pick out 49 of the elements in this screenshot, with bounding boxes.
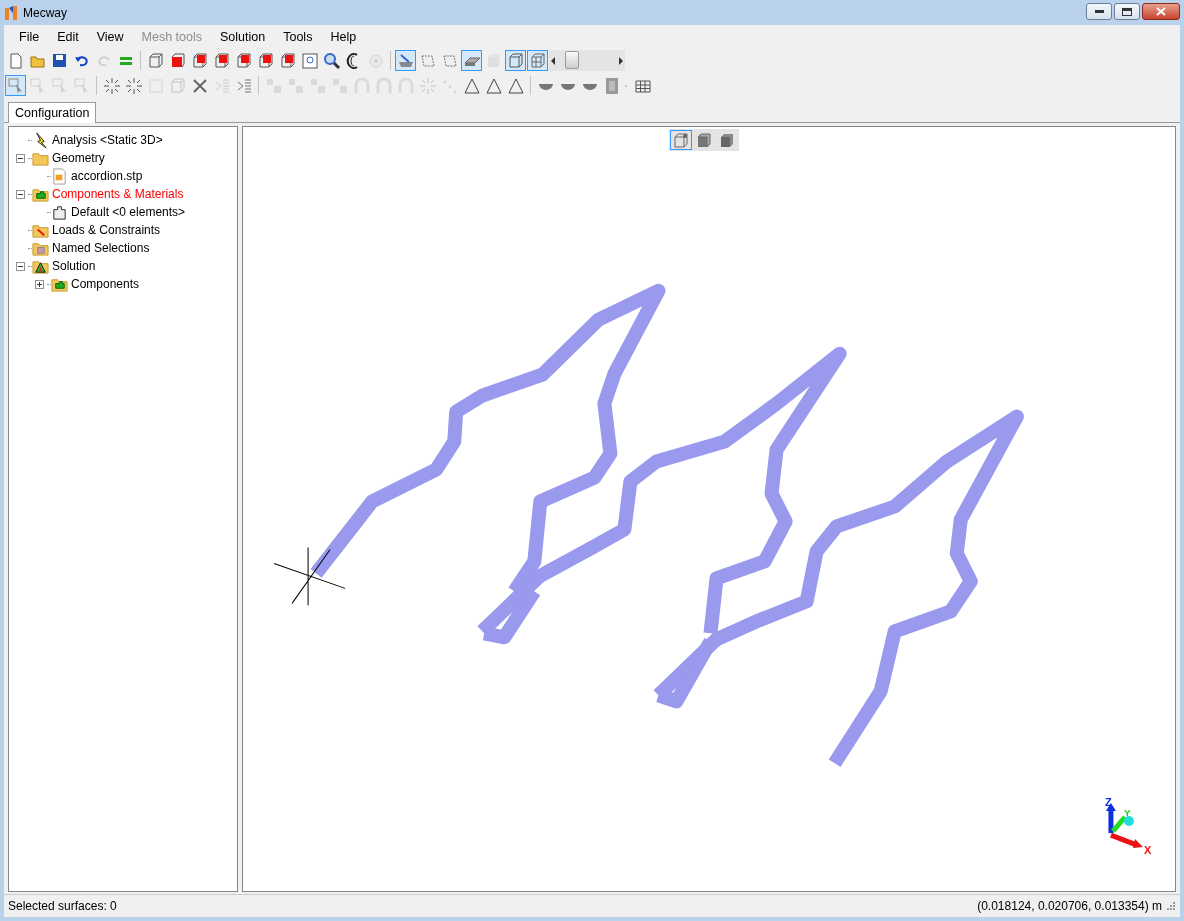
tree-item[interactable]: Geometry <box>52 151 105 165</box>
tab[interactable]: Configuration <box>8 102 97 123</box>
tree-item[interactable]: Default <0 elements> <box>71 205 186 219</box>
menu-item[interactable]: Help <box>321 26 366 47</box>
maximize-icon <box>1122 7 1132 16</box>
app-logo-icon <box>4 4 18 21</box>
tree-item[interactable]: accordion.stp <box>71 169 143 183</box>
zoom-slider[interactable] <box>549 50 625 71</box>
status-text: Selected surfaces: 0 <box>8 899 117 913</box>
tree-item[interactable]: Components <box>71 277 140 291</box>
menu-item[interactable]: View <box>87 26 133 47</box>
slider-thumb[interactable] <box>564 51 579 69</box>
window-title: Mecway <box>23 5 68 20</box>
wireframe-cube-icon[interactable] <box>505 50 526 71</box>
menu-item[interactable]: Edit <box>48 26 88 47</box>
resize-grip-icon[interactable] <box>1166 901 1176 911</box>
expand-icon[interactable] <box>35 279 44 289</box>
close-button[interactable] <box>1142 3 1180 20</box>
cursor-crosshair-icon <box>273 546 346 606</box>
y-axis-label: Y <box>1123 807 1131 819</box>
tree-item[interactable]: Components & Materials <box>52 187 184 201</box>
tree-item[interactable]: Loads & Constraints <box>52 223 161 237</box>
menu-item[interactable]: Tools <box>274 26 322 47</box>
maximize-button[interactable] <box>1114 3 1140 20</box>
zoom-box-icon[interactable] <box>299 50 320 71</box>
collapse-icon[interactable] <box>16 261 25 271</box>
menu-item[interactable]: File <box>10 26 49 47</box>
minimize-button[interactable] <box>1086 3 1112 20</box>
tree-item[interactable]: Solution <box>52 259 96 273</box>
burst-icon[interactable] <box>101 75 122 96</box>
component-icon <box>51 203 68 221</box>
x-axis-label: X <box>1143 844 1152 857</box>
left-arrow-icon[interactable] <box>549 55 557 66</box>
outline-cube-icon[interactable] <box>670 130 692 150</box>
search-icon[interactable] <box>321 50 342 71</box>
right-arrow-icon[interactable] <box>617 55 625 66</box>
tree-item[interactable]: Analysis <Static 3D> <box>52 133 163 147</box>
z-axis-label: Z <box>1104 796 1112 809</box>
burst-icon[interactable] <box>123 75 144 96</box>
select-icon[interactable] <box>5 75 26 96</box>
close-icon <box>1156 7 1166 16</box>
menu-item[interactable]: Solution <box>211 26 275 47</box>
coordinates-text: (0.018124, 0.020706, 0.013354) m <box>977 899 1162 913</box>
minimize-icon <box>1094 9 1104 14</box>
plate-icon[interactable] <box>461 50 482 71</box>
tree-item[interactable]: Named Selections <box>52 241 150 255</box>
collapse-icon[interactable] <box>16 189 25 199</box>
file-icon <box>51 167 68 185</box>
collapse-icon[interactable] <box>16 153 25 163</box>
